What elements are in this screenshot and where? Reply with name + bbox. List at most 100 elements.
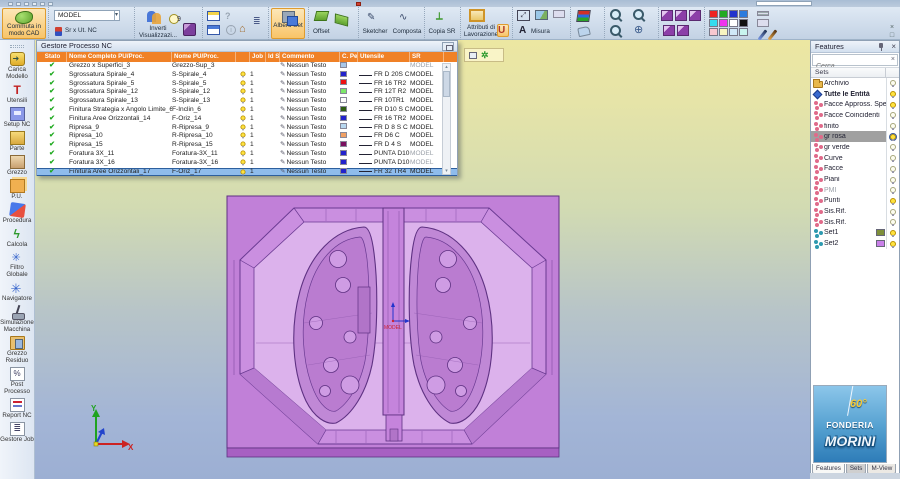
col-nome[interactable]: Nome PU/Proc.: [172, 52, 236, 62]
comment-cell[interactable]: ✎Nessun Testo: [280, 88, 340, 97]
pen-color-swatch[interactable]: [340, 158, 347, 165]
view-cube-icon[interactable]: [661, 10, 673, 21]
process-row[interactable]: ✔ Finitura Aree Orizzontali_17 F-Oriz_17…: [37, 167, 457, 177]
sidebar-item[interactable]: Simulazione Macchina: [0, 305, 34, 334]
quick-access-icon[interactable]: [40, 1, 45, 6]
pen-color-swatch[interactable]: [340, 114, 347, 121]
record-icon[interactable]: [356, 1, 361, 6]
bulb-count-icon[interactable]: [169, 13, 181, 25]
set-color-swatch[interactable]: [876, 229, 885, 237]
visibility-bulb-icon[interactable]: [890, 229, 896, 237]
col-job[interactable]: Job N.: [250, 52, 266, 62]
col-stato[interactable]: Stato: [37, 52, 67, 62]
select-window-icon[interactable]: [469, 51, 477, 59]
hatch-icon[interactable]: [757, 19, 769, 27]
col-utensile[interactable]: Utensile: [358, 52, 410, 62]
attributi-icon[interactable]: [469, 9, 485, 22]
process-row[interactable]: ✔ Foratura 3X_16 Foratura-3X_16 1 ✎Nessu…: [37, 158, 457, 168]
copia-sr-icon[interactable]: ⟂: [436, 11, 448, 23]
color-swatch[interactable]: [709, 19, 718, 27]
sidebar-item[interactable]: P.U.: [0, 178, 34, 201]
visibility-bulb-icon[interactable]: [890, 219, 896, 227]
features-item[interactable]: gr rosa: [811, 131, 899, 143]
comment-cell[interactable]: ✎Nessun Testo: [280, 106, 340, 115]
zoom-icon[interactable]: [633, 9, 646, 22]
features-item[interactable]: Sis.Rif.: [811, 206, 899, 217]
offset-icon[interactable]: [313, 11, 330, 21]
visibility-bulb-icon[interactable]: [889, 132, 897, 141]
close-icon[interactable]: ×: [886, 24, 898, 31]
visibility-bulb-icon[interactable]: [240, 106, 246, 113]
features-item[interactable]: Set2: [811, 238, 899, 249]
sidebar-item[interactable]: Filtro Globale: [0, 250, 34, 279]
process-row[interactable]: ✔ Ripresa_10 R-Ripresa_10 1 ✎Nessun Test…: [37, 132, 457, 141]
window-icon[interactable]: [207, 11, 220, 21]
clear-search-icon[interactable]: ×: [891, 56, 895, 63]
pen-icon[interactable]: [757, 29, 768, 41]
features-item[interactable]: Piani: [811, 174, 899, 185]
scrollbar-thumb[interactable]: [443, 71, 450, 97]
color-swatch[interactable]: [719, 28, 728, 36]
sidebar-item[interactable]: Calcola: [0, 227, 34, 249]
visibility-bulb-icon[interactable]: [890, 123, 896, 131]
search-combo[interactable]: [756, 1, 812, 6]
comment-cell[interactable]: ✎Nessun Testo: [280, 124, 340, 133]
visibility-bulb-icon[interactable]: [890, 101, 896, 109]
inverti-label[interactable]: Inverti Visualizzazi...: [136, 25, 180, 40]
cabinet-icon[interactable]: [183, 23, 196, 36]
visibility-bulb-icon[interactable]: [240, 80, 246, 86]
home-icon[interactable]: ⌂: [239, 24, 251, 35]
quick-access-icon[interactable]: [24, 1, 29, 6]
features-item[interactable]: Facce Appross. Specia...: [811, 99, 899, 111]
visibility-bulb-icon[interactable]: [240, 169, 246, 175]
comment-cell[interactable]: ✎Nessun Testo: [280, 115, 340, 124]
view-cube-icon[interactable]: [675, 10, 687, 21]
invert-visibility-icon[interactable]: [147, 11, 161, 24]
sidebar-item[interactable]: Carica Modello: [0, 52, 34, 81]
visibility-bulb-icon[interactable]: [890, 187, 896, 195]
comment-cell[interactable]: ✎Nessun Testo: [280, 169, 340, 176]
features-item[interactable]: Set1: [811, 227, 899, 239]
quick-access-icon[interactable]: [16, 1, 21, 6]
sidebar-item[interactable]: Report NC: [0, 397, 34, 420]
color-swatch[interactable]: [709, 28, 718, 36]
features-item[interactable]: gr verde: [811, 142, 899, 153]
features-item[interactable]: PMI: [811, 184, 899, 196]
process-row[interactable]: ✔ Sgrossatura Spirale_5 S-Spirale_5 1 ✎N…: [37, 79, 457, 89]
visibility-bulb-icon[interactable]: [240, 159, 246, 166]
process-row[interactable]: ✔ Sgrossatura Spirale_13 S-Spirale_13 1 …: [37, 96, 457, 106]
process-panel-titlebar[interactable]: Gestore Processo NC: [37, 41, 457, 52]
scroll-down-icon[interactable]: ▾: [443, 168, 450, 174]
u-magnet-icon[interactable]: U: [497, 24, 509, 37]
scroll-up-icon[interactable]: ▴: [443, 64, 450, 70]
measure-frame-icon[interactable]: ⤢: [517, 10, 530, 21]
color-swatch[interactable]: [709, 10, 718, 18]
view-cube-icon[interactable]: [689, 10, 701, 21]
visibility-bulb-icon[interactable]: [890, 208, 896, 216]
sidebar-item[interactable]: Navigatore: [0, 281, 34, 303]
sidebar-item[interactable]: Post Processo: [0, 367, 34, 396]
color-swatch[interactable]: [739, 10, 748, 18]
sidebar-item[interactable]: Gestore Job: [0, 421, 34, 444]
features-item[interactable]: Facce: [811, 163, 899, 175]
sidebar-item[interactable]: Setup NC: [0, 106, 34, 129]
sidebar-item[interactable]: Utensili: [0, 83, 34, 105]
offset-label[interactable]: Offset: [313, 28, 330, 36]
sidebar-grip[interactable]: [10, 45, 24, 48]
visibility-bulb-icon[interactable]: [240, 124, 246, 130]
features-item[interactable]: Sis.Rif.: [811, 216, 899, 228]
offset-icon-2[interactable]: [334, 13, 349, 27]
col-commento[interactable]: Commento: [280, 52, 340, 62]
color-swatch[interactable]: [729, 10, 738, 18]
set-color-swatch[interactable]: [876, 240, 885, 248]
text-annotation-icon[interactable]: A: [519, 25, 529, 36]
pan-icon[interactable]: ⊕: [634, 25, 646, 37]
visibility-bulb-icon[interactable]: [240, 88, 246, 95]
info-icon[interactable]: i: [226, 25, 236, 35]
composta-icon[interactable]: ∿: [399, 12, 411, 24]
visibility-bulb-icon[interactable]: [890, 240, 896, 248]
sr-ut-label[interactable]: Sr x Ut. NC: [65, 27, 97, 35]
color-swatch[interactable]: [719, 10, 728, 18]
zoom-fit-icon[interactable]: [610, 25, 623, 38]
misura-label[interactable]: Misura: [531, 28, 550, 36]
